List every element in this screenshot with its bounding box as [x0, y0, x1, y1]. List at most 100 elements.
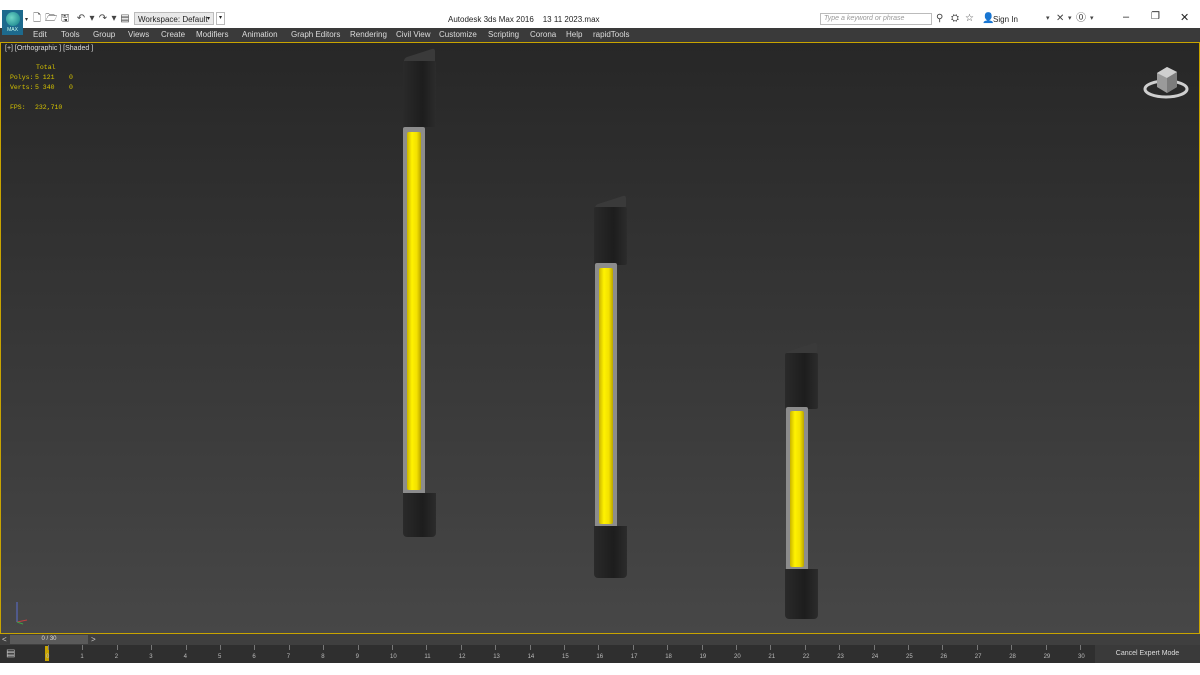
stats-total-header: Total [36, 64, 56, 71]
chevron-down-icon[interactable]: ▾ [1090, 12, 1094, 26]
tick-mark [564, 645, 565, 650]
curve-editor-icon[interactable]: ▤ [6, 648, 15, 659]
time-slider[interactable]: 0 / 30 [10, 635, 88, 644]
post-base [594, 526, 627, 578]
subscription-icon[interactable]: ⛭ [951, 12, 959, 26]
tick-mark [1080, 645, 1081, 650]
tick-label: 8 [321, 654, 325, 660]
menu-graph-editors[interactable]: Graph Editors [291, 30, 340, 39]
menu-tools[interactable]: Tools [61, 30, 80, 39]
tick-label: 12 [458, 654, 466, 660]
menu-bar: Edit Tools Group Views Create Modifiers … [0, 28, 1200, 42]
menu-help[interactable]: Help [566, 30, 582, 39]
window-title: Autodesk 3ds Max 2016 13 11 2023.max [448, 15, 600, 24]
tick-label: 19 [699, 654, 707, 660]
prev-frame-button[interactable]: < [2, 634, 7, 645]
light-post-1[interactable] [401, 47, 437, 537]
save-icon[interactable]: 🖫 [59, 13, 71, 25]
tick-label: 28 [1009, 654, 1016, 660]
orthographic-viewport[interactable]: [+] [Orthographic ] [Shaded ] Total Poly… [0, 42, 1200, 634]
tick-label: 22 [802, 654, 810, 660]
project-folder-icon[interactable]: ▤ [119, 13, 131, 25]
tick-label: 3 [149, 654, 153, 660]
tick-mark [976, 645, 978, 650]
menu-scripting[interactable]: Scripting [488, 30, 519, 39]
chevron-down-icon[interactable]: ▾ [1068, 12, 1072, 26]
menu-edit[interactable]: Edit [33, 30, 47, 39]
menu-rendering[interactable]: Rendering [350, 30, 387, 39]
viewcube-icon[interactable] [1143, 63, 1189, 103]
tick-mark [873, 645, 875, 650]
tick-label: 2 [114, 654, 119, 660]
menu-animation[interactable]: Animation [242, 30, 278, 39]
application-menu-button[interactable]: MAX ▾ [2, 10, 28, 35]
light-post-2[interactable] [593, 194, 629, 578]
tick-mark [185, 645, 187, 650]
tick-mark [495, 645, 497, 650]
viewport-label[interactable]: [+] [Orthographic ] [Shaded ] [5, 45, 93, 52]
post-base [403, 493, 436, 537]
time-slider-bar: < 0 / 30 > [0, 634, 1200, 645]
tick-label: 18 [665, 654, 672, 660]
light-tube [407, 132, 421, 490]
tick-label: 0 [46, 654, 50, 660]
menu-group[interactable]: Group [93, 30, 115, 39]
tick-mark [632, 645, 634, 650]
search-input[interactable]: Type a keyword or phrase [820, 13, 932, 25]
exchange-apps-icon[interactable]: ✕ [1056, 12, 1064, 26]
tick-mark [598, 645, 600, 650]
post-top-cap [785, 353, 818, 409]
binoculars-icon[interactable]: ⚲ [936, 12, 943, 26]
chevron-down-icon: ▾ [206, 16, 210, 22]
post-top-cap [594, 207, 627, 265]
close-icon[interactable]: ✕ [1180, 11, 1189, 24]
post-base [785, 569, 818, 619]
tick-mark [460, 645, 462, 650]
tick-mark [116, 645, 118, 650]
workspace-value: Workspace: Default [138, 15, 208, 24]
next-frame-button[interactable]: > [91, 634, 96, 645]
tick-mark [82, 645, 84, 650]
favorites-star-icon[interactable]: ☆ [965, 12, 974, 26]
tick-mark [770, 645, 772, 650]
menu-create[interactable]: Create [161, 30, 185, 39]
menu-corona[interactable]: Corona [530, 30, 556, 39]
stats-fps-value: 232,710 [35, 104, 63, 111]
tick-label: 5 [218, 654, 222, 660]
title-bar: MAX ▾ 🗋 🗁 🖫 ↶ ▾ ↷ ▾ ▤ Workspace: Default… [0, 0, 1200, 35]
stats-verts-label: Verts: [10, 84, 34, 91]
tick-label: 24 [871, 654, 879, 660]
customize-toolbar-icon[interactable]: ▾ [216, 12, 225, 25]
new-file-icon[interactable]: 🗋 [31, 13, 43, 25]
sign-in-button[interactable]: Sign In [993, 15, 1018, 24]
open-file-icon[interactable]: 🗁 [45, 13, 57, 25]
app-title: Autodesk 3ds Max 2016 [448, 15, 534, 24]
tick-mark [667, 645, 669, 650]
menu-civil-view[interactable]: Civil View [396, 30, 431, 39]
workspace-select[interactable]: Workspace: Default ▾ [134, 12, 214, 25]
menu-customize[interactable]: Customize [439, 30, 477, 39]
chevron-down-icon: ▾ [24, 17, 28, 23]
stats-verts-value: 5 340 [35, 84, 55, 91]
track-bar[interactable]: ▤ 0 1 2 3 4 5 6 7 8 9 10 11 12 13 14 15 16 17 18 19 20 21 22 23… [0, 645, 1095, 663]
tick-label: 15 [562, 654, 569, 660]
bottom-border [0, 663, 1200, 675]
tick-label: 25 [906, 654, 913, 660]
logo-label: MAX [7, 27, 18, 33]
file-name: 13 11 2023.max [542, 15, 600, 24]
menu-modifiers[interactable]: Modifiers [196, 30, 228, 39]
cancel-expert-mode-button[interactable]: Cancel Expert Mode [1095, 645, 1200, 663]
tick-label: 6 [252, 654, 256, 660]
menu-rapidtools[interactable]: rapidTools [593, 30, 629, 39]
tick-label: 13 [493, 654, 500, 660]
chevron-down-icon[interactable]: ▾ [1046, 12, 1050, 26]
light-post-3[interactable] [784, 341, 820, 619]
tick-label: 4 [183, 654, 187, 660]
tick-mark [220, 645, 221, 650]
menu-views[interactable]: Views [128, 30, 149, 39]
restore-icon[interactable]: ❐ [1151, 11, 1160, 22]
stats-polys-label: Polys: [10, 74, 34, 81]
help-icon[interactable]: ⓪ [1076, 12, 1086, 26]
minimize-icon[interactable]: – [1123, 11, 1129, 23]
tick-mark [529, 645, 531, 650]
